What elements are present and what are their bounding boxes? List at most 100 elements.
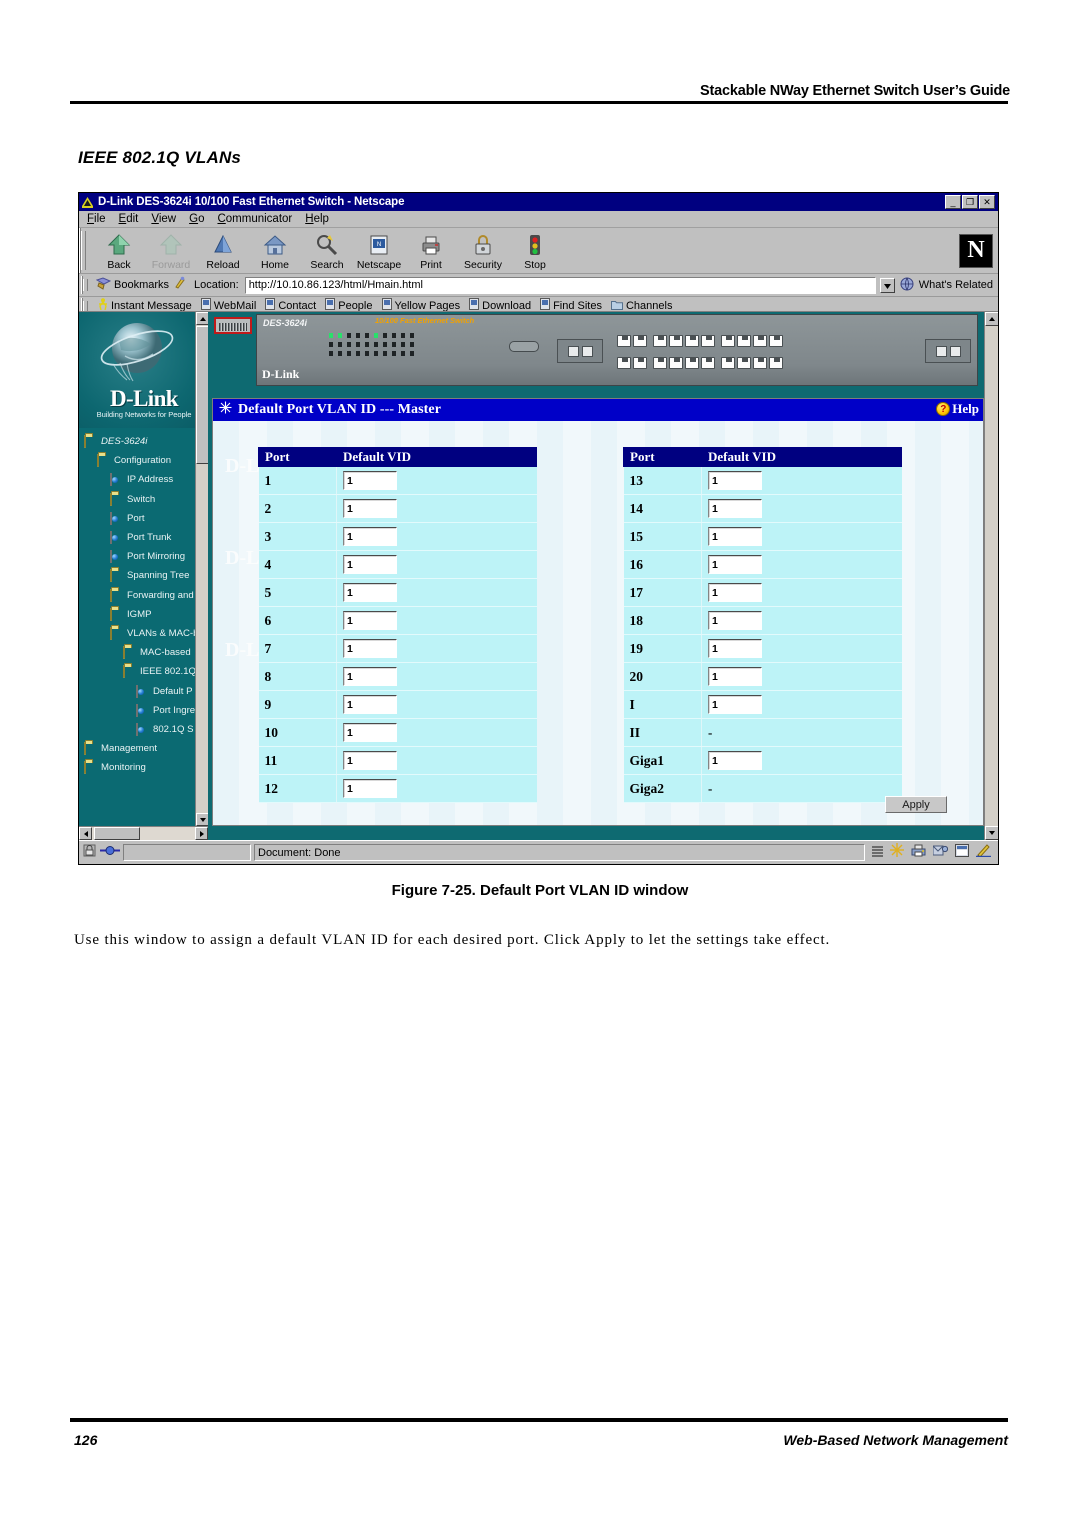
vid-input[interactable]: 1 [343, 695, 397, 714]
menu-item-edit[interactable]: Edit [119, 213, 139, 225]
tree-item-802-1q-settings[interactable]: 802.1Q S [79, 720, 195, 739]
pen-icon[interactable] [976, 843, 991, 862]
vid-input[interactable]: 1 [343, 555, 397, 574]
cell-vid: 1 [701, 662, 902, 691]
scroll-down-arrow-icon[interactable] [985, 826, 998, 840]
vid-input[interactable]: 1 [708, 667, 762, 686]
vid-input[interactable]: 1 [343, 499, 397, 518]
app-window-titlebar: Default Port VLAN ID --- Master ? Help [213, 399, 983, 421]
security-button[interactable]: Security [457, 231, 509, 272]
cell-vid: 1 [336, 522, 537, 551]
bookmarks-button[interactable]: Bookmarks [93, 277, 169, 293]
tree-item-configuration[interactable]: Configuration [79, 451, 195, 470]
tree-item-port[interactable]: Port [79, 509, 195, 528]
vid-input[interactable]: 1 [343, 527, 397, 546]
vid-input[interactable]: 1 [708, 583, 762, 602]
tree-item-port-mirroring[interactable]: Port Mirroring [79, 547, 195, 566]
vid-input[interactable]: 1 [343, 779, 397, 798]
restore-button[interactable]: ❐ [962, 195, 978, 209]
printer-icon[interactable] [911, 844, 926, 862]
scroll-down-arrow-icon[interactable] [196, 813, 208, 826]
vid-input[interactable]: 1 [708, 499, 762, 518]
home-button[interactable]: Home [249, 231, 301, 272]
help-button[interactable]: ? Help [936, 401, 979, 417]
tree-item-switch[interactable]: Switch [79, 490, 195, 509]
stop-button[interactable]: Stop [509, 231, 561, 272]
vid-input[interactable]: 1 [343, 751, 397, 770]
vid-input[interactable]: 1 [708, 751, 762, 770]
vid-input[interactable]: 1 [708, 555, 762, 574]
search-button[interactable]: Search [301, 231, 353, 272]
vid-input[interactable]: 1 [708, 527, 762, 546]
scroll-right-arrow-icon[interactable] [195, 827, 208, 840]
location-bar-grip[interactable] [81, 276, 89, 294]
left-frame-horizontal-scrollbar[interactable] [79, 826, 208, 840]
scroll-left-arrow-icon[interactable] [79, 827, 92, 840]
vid-input[interactable]: 1 [343, 583, 397, 602]
netscape-button[interactable]: N Netscape [353, 231, 405, 272]
apply-button[interactable]: Apply [885, 796, 947, 813]
vid-input[interactable]: 1 [708, 695, 762, 714]
vid-input[interactable]: 1 [708, 471, 762, 490]
menu-item-go[interactable]: Go [189, 213, 204, 225]
vid-input[interactable]: 1 [343, 471, 397, 490]
compose-icon[interactable] [932, 844, 949, 862]
tree-item-ieee-802-1q[interactable]: IEEE 802.1Q [79, 662, 195, 681]
lock-icon [457, 231, 509, 259]
left-hscroll-track[interactable] [92, 827, 195, 840]
cell-port: 10 [258, 718, 337, 747]
left-hscroll-thumb[interactable] [94, 827, 140, 840]
list-icon[interactable] [872, 844, 883, 862]
vid-input[interactable]: 1 [343, 667, 397, 686]
menu-item-help[interactable]: Help [305, 213, 329, 225]
security-padlock-icon[interactable] [82, 843, 97, 863]
tree-item-monitoring[interactable]: Monitoring [79, 758, 195, 777]
tree-item-management[interactable]: Management [79, 739, 195, 758]
tree-item-default-port-vlan-id[interactable]: Default P [79, 681, 195, 700]
reload-button[interactable]: Reload [197, 231, 249, 272]
tree-item-vlans-and-mac[interactable]: VLANs & MAC-b [79, 624, 195, 643]
sparkle-icon[interactable] [890, 843, 904, 862]
tree-item-port-ingress[interactable]: Port Ingre [79, 701, 195, 720]
tree-item-spanning-tree[interactable]: Spanning Tree [79, 566, 195, 585]
tree-item-port-trunk[interactable]: Port Trunk [79, 528, 195, 547]
tree-item-forwarding-and[interactable]: Forwarding and [79, 586, 195, 605]
table-row: 71 [258, 634, 537, 663]
vid-input[interactable]: 1 [343, 639, 397, 658]
tree-item-igmp[interactable]: IGMP [79, 605, 195, 624]
forward-button[interactable]: Forward [145, 231, 197, 272]
left-frame-vertical-scrollbar[interactable] [195, 312, 208, 826]
back-button[interactable]: Back [93, 231, 145, 272]
tree-item-mac-based[interactable]: MAC-based [79, 643, 195, 662]
left-scroll-thumb[interactable] [196, 326, 208, 464]
page-icon [136, 703, 149, 717]
print-button[interactable]: Print [405, 231, 457, 272]
menu-item-communicator[interactable]: Communicator [217, 213, 292, 225]
toolbar-grip[interactable] [79, 228, 87, 273]
tree-item-ip-address[interactable]: IP Address [79, 470, 195, 489]
device-rear-thumbnail[interactable] [214, 317, 252, 334]
window-icon[interactable] [955, 843, 969, 862]
minimize-button[interactable]: _ [945, 195, 961, 209]
vid-input[interactable]: 1 [343, 611, 397, 630]
vid-input[interactable]: 1 [708, 611, 762, 630]
section-title: IEEE 802.1Q VLANs [78, 148, 242, 167]
url-dropdown-button[interactable] [879, 277, 895, 293]
close-button[interactable]: ✕ [979, 195, 995, 209]
netscape-logo[interactable]: N [959, 233, 993, 268]
tree-item-label: MAC-based [140, 647, 191, 659]
location-bar: Bookmarks Location: http://10.10.86.123/… [79, 274, 998, 297]
url-input[interactable]: http://10.10.86.123/html/Hmain.html [244, 276, 876, 294]
page-icon [110, 550, 123, 564]
right-frame-vertical-scrollbar[interactable] [984, 312, 998, 840]
vid-input[interactable]: 1 [708, 639, 762, 658]
tree-item-des-3624i[interactable]: DES-3624i [79, 432, 195, 451]
scroll-up-arrow-icon[interactable] [196, 312, 208, 325]
whats-related-button[interactable]: What's Related [900, 277, 996, 294]
vid-input[interactable]: 1 [343, 723, 397, 742]
connection-icon[interactable] [100, 844, 120, 862]
menu-item-file[interactable]: FFileile [87, 213, 106, 225]
scroll-up-arrow-icon[interactable] [985, 312, 998, 326]
table-row: 15 1 [623, 522, 902, 551]
menu-item-view[interactable]: View [151, 213, 176, 225]
